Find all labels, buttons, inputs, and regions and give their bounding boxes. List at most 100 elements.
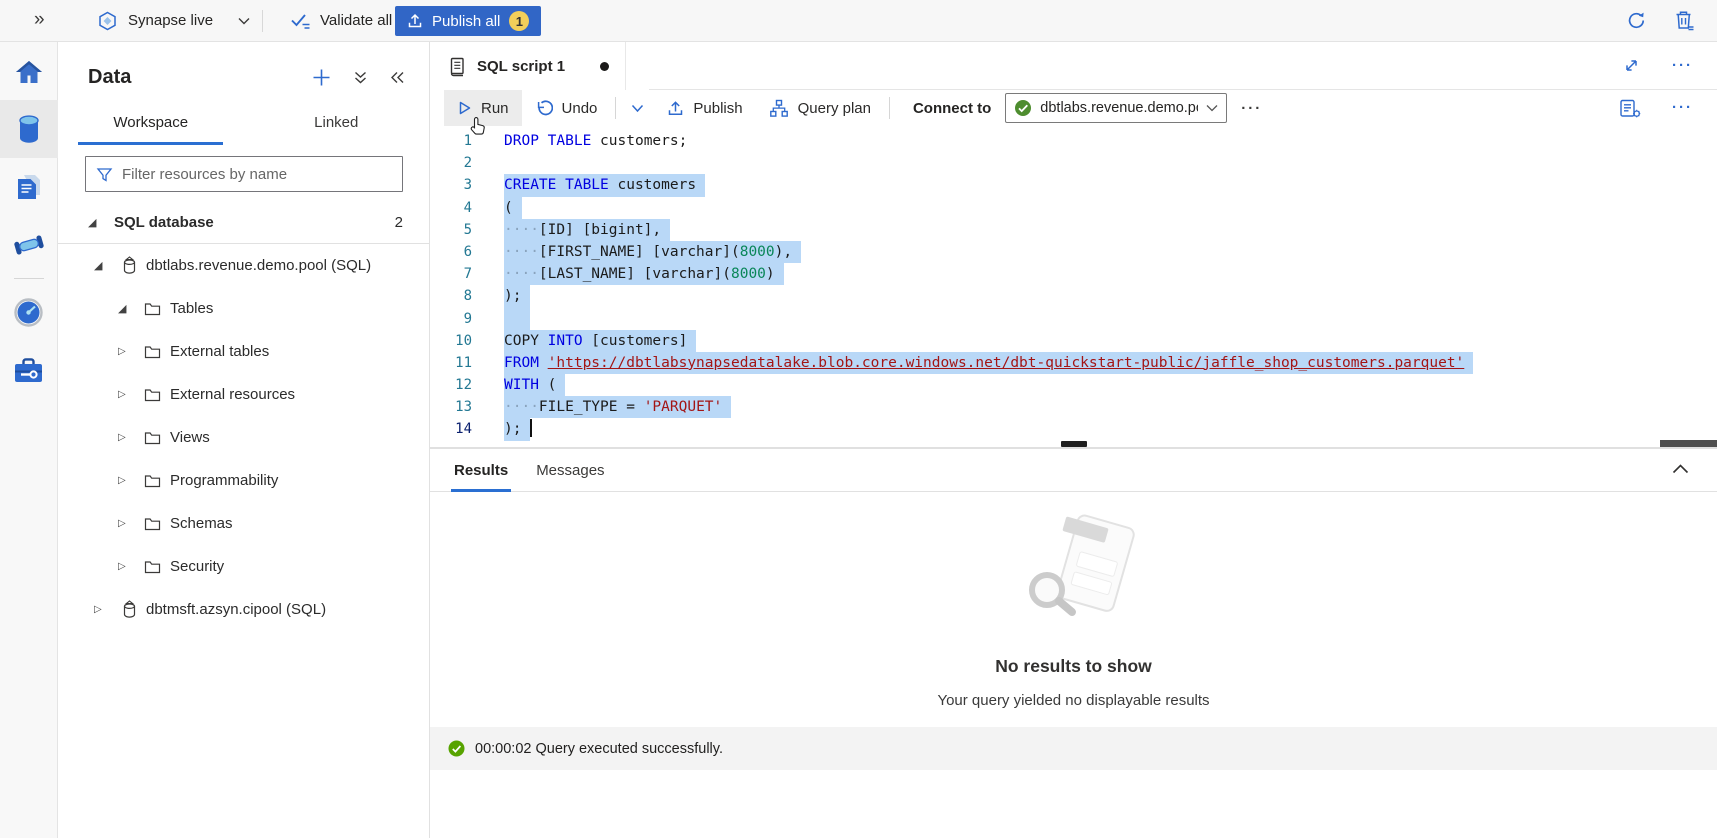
undo-button[interactable]: Undo: [522, 90, 611, 126]
code-text: WITH (: [504, 374, 565, 396]
tree-item-programmability[interactable]: ▷ Programmability: [58, 459, 429, 502]
tree-item-views[interactable]: ▷Views: [58, 416, 429, 459]
collapse-twisty-icon[interactable]: ◢: [118, 302, 144, 315]
data-explorer-panel: Data Workspace Linked ◢SQL database2◢dbt…: [58, 42, 430, 838]
selection-highlight: ····FILE_TYPE = 'PARQUET': [504, 396, 731, 418]
toolbar-more-options-icon[interactable]: ···: [1672, 103, 1693, 113]
selection-highlight: ····[LAST_NAME] [varchar](8000): [504, 263, 784, 285]
tree-item-dbtmsft-azsyn-cipool-sql-[interactable]: ▷dbtmsft.azsyn.cipool (SQL): [58, 588, 429, 631]
script-toolbar: Run Undo Publish Query plan Connect to: [430, 90, 1717, 126]
discard-trash-icon[interactable]: [1675, 10, 1695, 31]
tab-sql-script-1[interactable]: SQL script 1: [434, 42, 626, 90]
unsaved-changes-indicator: [600, 62, 609, 71]
collapse-twisty-icon[interactable]: ◢: [94, 259, 120, 272]
tree-item-label: dbtlabs.revenue.demo.pool (SQL): [146, 257, 371, 274]
pool-status-ok-icon: [1014, 99, 1032, 117]
add-resource-icon[interactable]: [312, 68, 331, 87]
collapse-all-icon[interactable]: [353, 70, 368, 85]
tree-item-dbtlabs-revenue-demo-pool-sql-[interactable]: ◢ dbtlabs.revenue.demo.pool (SQL): [58, 244, 429, 287]
document-icon: [15, 172, 42, 202]
publish-all-button[interactable]: Publish all 1: [395, 6, 541, 36]
folder-icon: [144, 302, 170, 316]
synapse-logo-icon: [98, 11, 117, 31]
query-plan-button[interactable]: Query plan: [756, 90, 884, 126]
tree-item-label: Programmability: [170, 472, 278, 489]
tree-item-schemas[interactable]: ▷Schemas: [58, 502, 429, 545]
line-number: 10: [430, 330, 478, 352]
play-icon: [457, 100, 472, 116]
nav-manage[interactable]: [0, 341, 58, 399]
tree-item-label: External resources: [170, 386, 295, 403]
expand-twisty-icon[interactable]: ▷: [118, 432, 144, 443]
code-line-7[interactable]: 7 ····[LAST_NAME] [varchar](8000): [430, 263, 1717, 285]
properties-icon[interactable]: [1619, 98, 1642, 119]
expand-twisty-icon[interactable]: ▷: [118, 475, 144, 486]
tab-results[interactable]: Results: [440, 449, 522, 492]
code-line-1[interactable]: 1DROP TABLE customers;: [430, 130, 1717, 152]
expand-twisty-icon[interactable]: ▷: [118, 389, 144, 400]
code-line-5[interactable]: 5····[ID] [bigint],: [430, 219, 1717, 241]
tree-item-sql-database[interactable]: ◢SQL database2: [58, 201, 429, 244]
tab-workspace[interactable]: Workspace: [58, 101, 244, 145]
connect-pool-dropdown[interactable]: dbtlabs.revenue.demo.pool: [1005, 93, 1227, 123]
code-line-8[interactable]: 8);: [430, 285, 1717, 307]
line-number: 7: [430, 263, 478, 285]
code-line-4[interactable]: 4(: [430, 197, 1717, 219]
editor-scrollbar-thumb[interactable]: [1660, 440, 1717, 447]
toolbar-separator: [889, 97, 890, 119]
database-icon: [120, 256, 146, 275]
refresh-icon[interactable]: [1626, 10, 1647, 31]
expand-twisty-icon[interactable]: ▷: [118, 346, 144, 357]
tree-item-external-tables[interactable]: ▷External tables: [58, 330, 429, 373]
filter-resources-input[interactable]: [122, 166, 392, 183]
tab-messages[interactable]: Messages: [522, 449, 618, 492]
code-line-9[interactable]: 9: [430, 308, 1717, 330]
topbar-separator: [262, 10, 263, 32]
sql-editor[interactable]: 1DROP TABLE customers;23CREATE TABLE cus…: [430, 126, 1717, 447]
nav-monitor[interactable]: [0, 283, 58, 341]
expand-twisty-icon[interactable]: ▷: [94, 604, 120, 615]
results-body: No results to show Your query yielded no…: [430, 492, 1717, 727]
nav-integrate[interactable]: [0, 216, 58, 274]
tab-more-options-icon[interactable]: ···: [1672, 61, 1693, 71]
synapse-live-selector[interactable]: Synapse live: [88, 0, 260, 41]
code-line-10[interactable]: 10COPY INTO [customers]: [430, 330, 1717, 352]
text-cursor: [530, 419, 532, 437]
line-number: 3: [430, 174, 478, 196]
nav-home[interactable]: [0, 42, 58, 100]
folder-icon: [144, 388, 170, 402]
code-line-3[interactable]: 3CREATE TABLE customers: [430, 174, 1717, 196]
nav-data[interactable]: [0, 100, 58, 158]
gauge-icon: [14, 298, 43, 327]
tree-item-security[interactable]: ▷Security: [58, 545, 429, 588]
tab-linked[interactable]: Linked: [244, 101, 430, 145]
selection-highlight: (: [504, 197, 522, 219]
tree-item-tables[interactable]: ◢Tables: [58, 287, 429, 330]
empty-results-subtitle: Your query yielded no displayable result…: [430, 692, 1717, 709]
tree-item-external-resources[interactable]: ▷ External resources: [58, 373, 429, 416]
undo-redo-dropdown[interactable]: [621, 90, 654, 126]
code-line-14[interactable]: 14);: [430, 418, 1717, 440]
code-text: ····[ID] [bigint],: [504, 219, 670, 241]
expand-sidebar-icon[interactable]: »: [34, 8, 45, 32]
line-number: 2: [430, 152, 478, 174]
code-line-12[interactable]: 12WITH (: [430, 374, 1717, 396]
connect-more-options-icon[interactable]: ···: [1241, 100, 1262, 117]
code-line-6[interactable]: 6····[FIRST_NAME] [varchar](8000),: [430, 241, 1717, 263]
validate-all-button[interactable]: Validate all: [282, 0, 400, 41]
split-drag-handle[interactable]: [1061, 441, 1087, 447]
publish-button[interactable]: Publish: [654, 90, 755, 126]
code-line-13[interactable]: 13····FILE_TYPE = 'PARQUET': [430, 396, 1717, 418]
nav-develop[interactable]: [0, 158, 58, 216]
collapse-results-icon[interactable]: [1672, 463, 1689, 474]
connected-pool-value: dbtlabs.revenue.demo.pool: [1040, 100, 1198, 116]
database-icon: [15, 114, 43, 145]
code-line-2[interactable]: 2: [430, 152, 1717, 174]
code-line-11[interactable]: 11FROM 'https://dbtlabsynapsedatalake.bl…: [430, 352, 1717, 374]
sql-script-icon: [448, 56, 466, 77]
expand-twisty-icon[interactable]: ▷: [118, 561, 144, 572]
collapse-panel-icon[interactable]: [390, 71, 405, 84]
expand-editor-icon[interactable]: [1623, 57, 1640, 74]
collapse-twisty-icon[interactable]: ◢: [88, 216, 114, 229]
expand-twisty-icon[interactable]: ▷: [118, 518, 144, 529]
